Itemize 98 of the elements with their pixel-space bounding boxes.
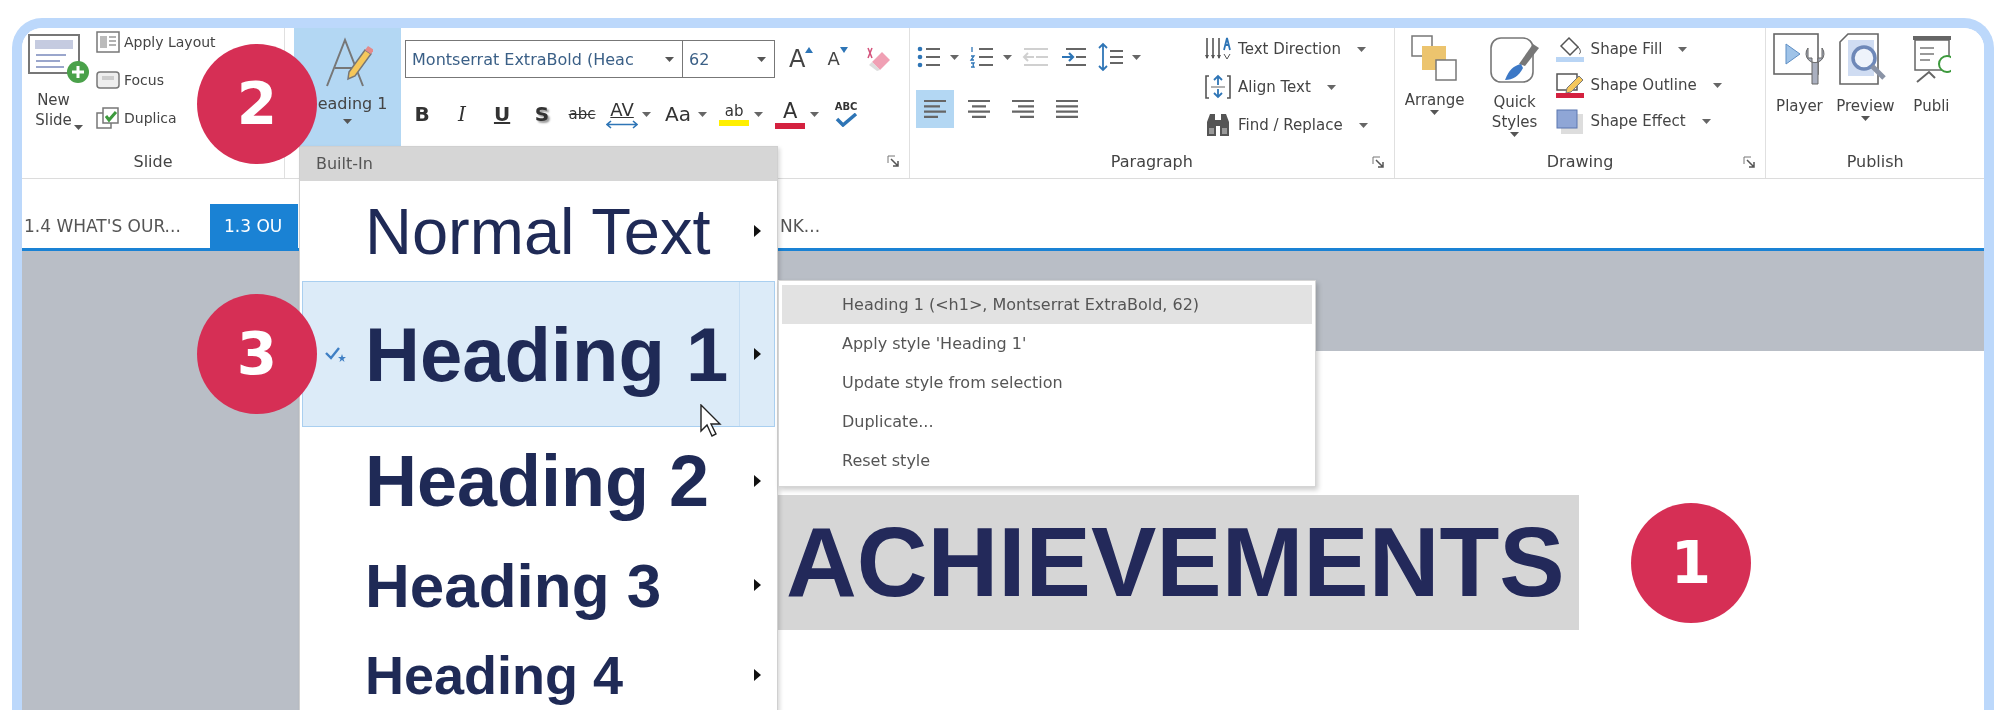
pencil-square-icon (1554, 72, 1585, 98)
slide-tab[interactable]: 1.3 OU (210, 204, 298, 248)
text-direction-button[interactable]: Text Direction (1204, 32, 1366, 66)
spelling-button[interactable]: ABC (829, 94, 864, 134)
stacked-squares-icon (1409, 34, 1460, 84)
caret-icon (1430, 110, 1440, 115)
submenu-arrow-icon (753, 348, 761, 360)
submenu-item[interactable]: Duplicate... (782, 402, 1312, 441)
shadowed-square-icon (1554, 108, 1585, 134)
play-wrench-icon (1772, 32, 1827, 88)
font-size-field[interactable]: 62 (683, 40, 776, 78)
style-item[interactable]: Normal Text (302, 181, 775, 281)
submenu-item[interactable]: Update style from selection (782, 363, 1312, 402)
style-item[interactable]: Heading 2 (302, 427, 775, 535)
caret-icon (73, 125, 83, 130)
focus-button[interactable]: Focus (96, 66, 164, 94)
preview-button[interactable]: Preview (1832, 28, 1899, 121)
line-spacing-button[interactable] (1098, 42, 1142, 72)
group-label: Publish (1846, 151, 1904, 171)
font-name-field[interactable]: Montserrat ExtraBold (Heac (405, 40, 684, 78)
dialog-launcher-icon[interactable] (1743, 156, 1756, 168)
triangle-icon (839, 47, 848, 53)
caret-icon (1701, 118, 1711, 124)
style-item[interactable]: Heading 1 (302, 281, 775, 427)
check-star-icon (325, 346, 347, 362)
caret-icon (950, 54, 960, 60)
paint-bucket-icon (1554, 36, 1585, 62)
align-text-icon (1204, 74, 1233, 100)
grow-font-button[interactable]: A (789, 45, 814, 73)
menu-header: Built-In (300, 147, 777, 181)
underline-button[interactable]: U (485, 94, 520, 134)
group-label: Drawing (1546, 151, 1614, 171)
caret-icon (698, 112, 708, 117)
highlight-button[interactable]: ab (717, 94, 752, 134)
slide-plus-icon (28, 34, 90, 84)
paintbrush-icon (1488, 34, 1541, 86)
group-label: Slide (133, 151, 173, 171)
submenu-arrow-icon (753, 579, 761, 591)
caret-icon (665, 56, 675, 62)
change-case-button[interactable]: Aa (661, 94, 696, 134)
caret-icon (810, 112, 820, 117)
caret-icon (1510, 132, 1520, 137)
caret-icon (1860, 116, 1870, 121)
caret-icon (642, 112, 652, 117)
dialog-launcher-icon[interactable] (1371, 156, 1384, 168)
strikethrough-button[interactable]: abc (565, 94, 600, 134)
caret-icon (1356, 46, 1366, 52)
shape-effect-button[interactable]: Shape Effect (1554, 104, 1711, 138)
shape-outline-button[interactable]: Shape Outline (1554, 68, 1722, 102)
arrange-button[interactable]: Arrange (1394, 28, 1475, 115)
submenu-arrow-icon (753, 225, 761, 237)
caret-icon (1326, 84, 1336, 90)
shrink-font-button[interactable]: A (827, 45, 848, 73)
align-left-button[interactable] (916, 90, 955, 128)
group-label: Paragraph (1110, 151, 1193, 171)
caret-icon (1712, 82, 1722, 88)
bullet-list-button[interactable] (916, 44, 960, 70)
vertical-arrows-icon (1204, 36, 1233, 62)
double-arrow-icon (606, 119, 639, 129)
triangle-icon (805, 47, 814, 53)
numbered-list-button[interactable] (969, 44, 1013, 70)
bold-button[interactable]: B (405, 94, 440, 134)
caret-icon (343, 119, 353, 124)
layout-icon (96, 31, 120, 53)
submenu-arrow-icon (753, 669, 761, 681)
submenu-arrow-icon (753, 475, 761, 487)
slide-title: ACHIEVEMENTS (778, 495, 1579, 630)
style-item[interactable]: Heading 4 (302, 635, 775, 710)
numbered-list-icon (969, 44, 996, 70)
cursor-icon (700, 404, 722, 438)
bullet-list-icon (916, 44, 943, 70)
find-replace-button[interactable]: Find / Replace (1204, 108, 1368, 142)
line-spacing-icon (1098, 42, 1125, 72)
submenu-item[interactable]: Apply style 'Heading 1' (782, 324, 1312, 363)
keyboard-key-icon (96, 69, 120, 91)
dialog-launcher-icon[interactable] (887, 155, 900, 167)
submenu-item[interactable]: Reset style (782, 441, 1312, 480)
character-spacing-button[interactable]: AV (605, 94, 640, 134)
font-color-button[interactable]: A (773, 94, 808, 134)
caret-icon (1132, 54, 1142, 60)
caret-icon (1003, 54, 1013, 60)
shape-fill-button[interactable]: Shape Fill (1554, 32, 1688, 66)
shadow-button[interactable]: S (525, 94, 560, 134)
duplicate-button[interactable]: Duplica (96, 104, 177, 132)
caret-icon (754, 112, 764, 117)
caret-icon (1678, 46, 1688, 52)
submenu-item[interactable]: Heading 1 (<h1>, Montserrat ExtraBold, 62) (782, 285, 1312, 324)
caret-icon (1358, 122, 1368, 128)
player-button[interactable]: Player (1766, 28, 1833, 116)
align-text-button[interactable]: Align Text (1204, 70, 1336, 104)
publish-button[interactable]: Publi (1898, 28, 1965, 116)
new-slide-button[interactable]: New Slide (22, 28, 96, 130)
caret-icon (757, 56, 767, 62)
duplicate-icon (96, 107, 120, 129)
quick-styles-button[interactable]: Quick Styles (1474, 28, 1555, 137)
italic-button[interactable]: I (445, 94, 480, 134)
style-item[interactable]: Heading 3 (302, 535, 775, 635)
checkmark-icon (834, 113, 859, 127)
